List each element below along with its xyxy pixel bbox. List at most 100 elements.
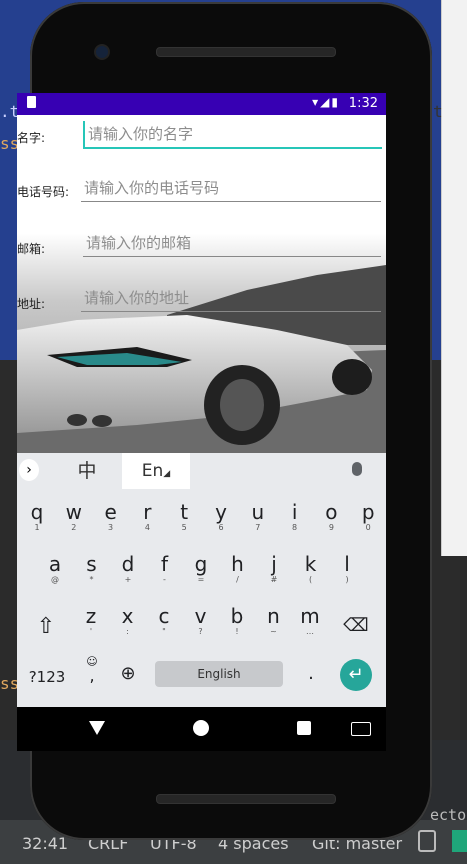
- address-input[interactable]: 请输入你的地址: [81, 285, 381, 312]
- key-hint: 8: [292, 523, 298, 532]
- chevron-right-icon[interactable]: ›: [19, 459, 39, 481]
- english-mode-label: En: [141, 461, 164, 481]
- key-g[interactable]: g =: [189, 553, 213, 584]
- key-char: u: [251, 500, 265, 524]
- key-v[interactable]: v?: [189, 605, 213, 636]
- status-item[interactable]: 32:41: [22, 834, 68, 853]
- sd-card-icon: [27, 96, 36, 108]
- key-x[interactable]: x:: [116, 605, 140, 636]
- key-hint: 9: [328, 523, 334, 532]
- recents-icon[interactable]: [297, 721, 311, 735]
- navigation-bar: [17, 707, 386, 751]
- key-r[interactable]: r4: [135, 501, 159, 532]
- key-char: y: [215, 500, 227, 524]
- english-mode-tab[interactable]: En◢: [122, 453, 190, 489]
- key-hint: =: [197, 575, 205, 584]
- form-content: 名字: 请输入你的名字 电话号码: 请输入你的电话号码 邮箱: 请输入你的邮箱 …: [17, 115, 386, 453]
- key-char: o: [325, 500, 338, 524]
- key-char: q: [30, 500, 44, 524]
- key-hint: !: [235, 627, 239, 636]
- key-y[interactable]: y6: [209, 501, 233, 532]
- key-char: f: [160, 552, 169, 576]
- period-key[interactable]: .: [301, 661, 321, 687]
- key-q[interactable]: q1: [25, 501, 49, 532]
- key-b[interactable]: b!: [225, 605, 249, 636]
- key-hint: 3: [108, 523, 114, 532]
- key-hint: +: [124, 575, 132, 584]
- key-char: w: [65, 500, 82, 524]
- front-camera: [94, 44, 110, 60]
- keyboard-switch-icon[interactable]: [351, 722, 371, 736]
- key-i[interactable]: i8: [283, 501, 307, 532]
- name-label: 名字:: [17, 131, 46, 145]
- key-p[interactable]: p0: [356, 501, 380, 532]
- keyboard-toolbar: › 中 En◢: [17, 453, 386, 489]
- code-text: t: [433, 102, 443, 121]
- key-h[interactable]: h /: [226, 553, 250, 584]
- key-o[interactable]: o9: [319, 501, 343, 532]
- globe-icon[interactable]: ⊕: [117, 663, 139, 685]
- email-input[interactable]: 请输入你的邮箱: [83, 230, 381, 257]
- key-hint: 4: [144, 523, 150, 532]
- key-d[interactable]: d +: [116, 553, 140, 584]
- chinese-mode-tab[interactable]: 中: [57, 453, 117, 489]
- lock-icon[interactable]: [418, 830, 436, 852]
- email-label: 邮箱:: [17, 242, 46, 256]
- key-char: i: [291, 500, 298, 524]
- comma-key[interactable]: ☺,: [81, 655, 103, 691]
- key-char: d: [121, 552, 135, 576]
- microphone-icon[interactable]: [352, 462, 362, 476]
- key-hint: …: [306, 627, 314, 636]
- key-char: g: [194, 552, 208, 576]
- key-u[interactable]: u7: [246, 501, 270, 532]
- key-hint: 0: [365, 523, 371, 532]
- enter-key[interactable]: ↵: [340, 659, 372, 691]
- backspace-key[interactable]: ⌫: [343, 613, 369, 639]
- key-z[interactable]: z ': [79, 605, 103, 636]
- key-hint: *: [89, 575, 94, 584]
- key-c[interactable]: c ": [152, 605, 176, 636]
- key-j[interactable]: j #: [262, 553, 286, 584]
- clock: 1:32: [348, 96, 378, 111]
- shift-key[interactable]: ⇧: [34, 613, 58, 641]
- key-char: b: [230, 604, 244, 628]
- space-bar[interactable]: English: [155, 661, 283, 687]
- bottom-speaker: [156, 794, 336, 804]
- comma-label: ,: [89, 666, 95, 685]
- key-hint: ": [162, 627, 166, 636]
- key-a[interactable]: a @: [43, 553, 67, 584]
- key-char: z: [85, 604, 97, 628]
- key-char: r: [143, 500, 152, 524]
- key-s[interactable]: s *: [80, 553, 104, 584]
- address-label: 地址:: [17, 297, 46, 311]
- key-hint: ~: [270, 627, 277, 636]
- name-input[interactable]: 请输入你的名字: [83, 121, 382, 149]
- back-icon[interactable]: [89, 721, 105, 735]
- key-f[interactable]: f-: [153, 553, 177, 584]
- key-char: a: [48, 552, 62, 576]
- ide-side-panel: [441, 0, 467, 556]
- status-bar: ▾◢▮ 1:32: [17, 93, 386, 115]
- key-char: l: [344, 552, 350, 576]
- key-hint: (: [308, 575, 313, 584]
- key-hint: 1: [34, 523, 40, 532]
- phone-row: 电话号码: 请输入你的电话号码: [17, 169, 386, 209]
- symbols-key[interactable]: ?123: [25, 663, 69, 691]
- home-icon[interactable]: [193, 720, 209, 736]
- key-k[interactable]: k(: [299, 553, 323, 584]
- key-l[interactable]: l): [335, 553, 359, 584]
- key-hint: ): [345, 575, 349, 584]
- terminal-icon[interactable]: [452, 830, 467, 852]
- phone-input[interactable]: 请输入你的电话号码: [81, 175, 381, 202]
- key-char: j: [271, 552, 277, 576]
- key-w[interactable]: w2: [62, 501, 86, 532]
- key-e[interactable]: e3: [99, 501, 123, 532]
- key-hint: ?: [198, 627, 203, 636]
- key-t[interactable]: t5: [172, 501, 196, 532]
- key-char: s: [86, 552, 97, 576]
- key-hint: /: [236, 575, 239, 584]
- key-m[interactable]: m…: [298, 605, 322, 636]
- soft-keyboard: › 中 En◢ q1 w2 e3 r4 t5 y6 u7 i8 o9 p0 a @ s * d + f - g = h…: [17, 453, 386, 707]
- key-n[interactable]: n ~: [262, 605, 286, 636]
- phone-label: 电话号码:: [17, 185, 70, 199]
